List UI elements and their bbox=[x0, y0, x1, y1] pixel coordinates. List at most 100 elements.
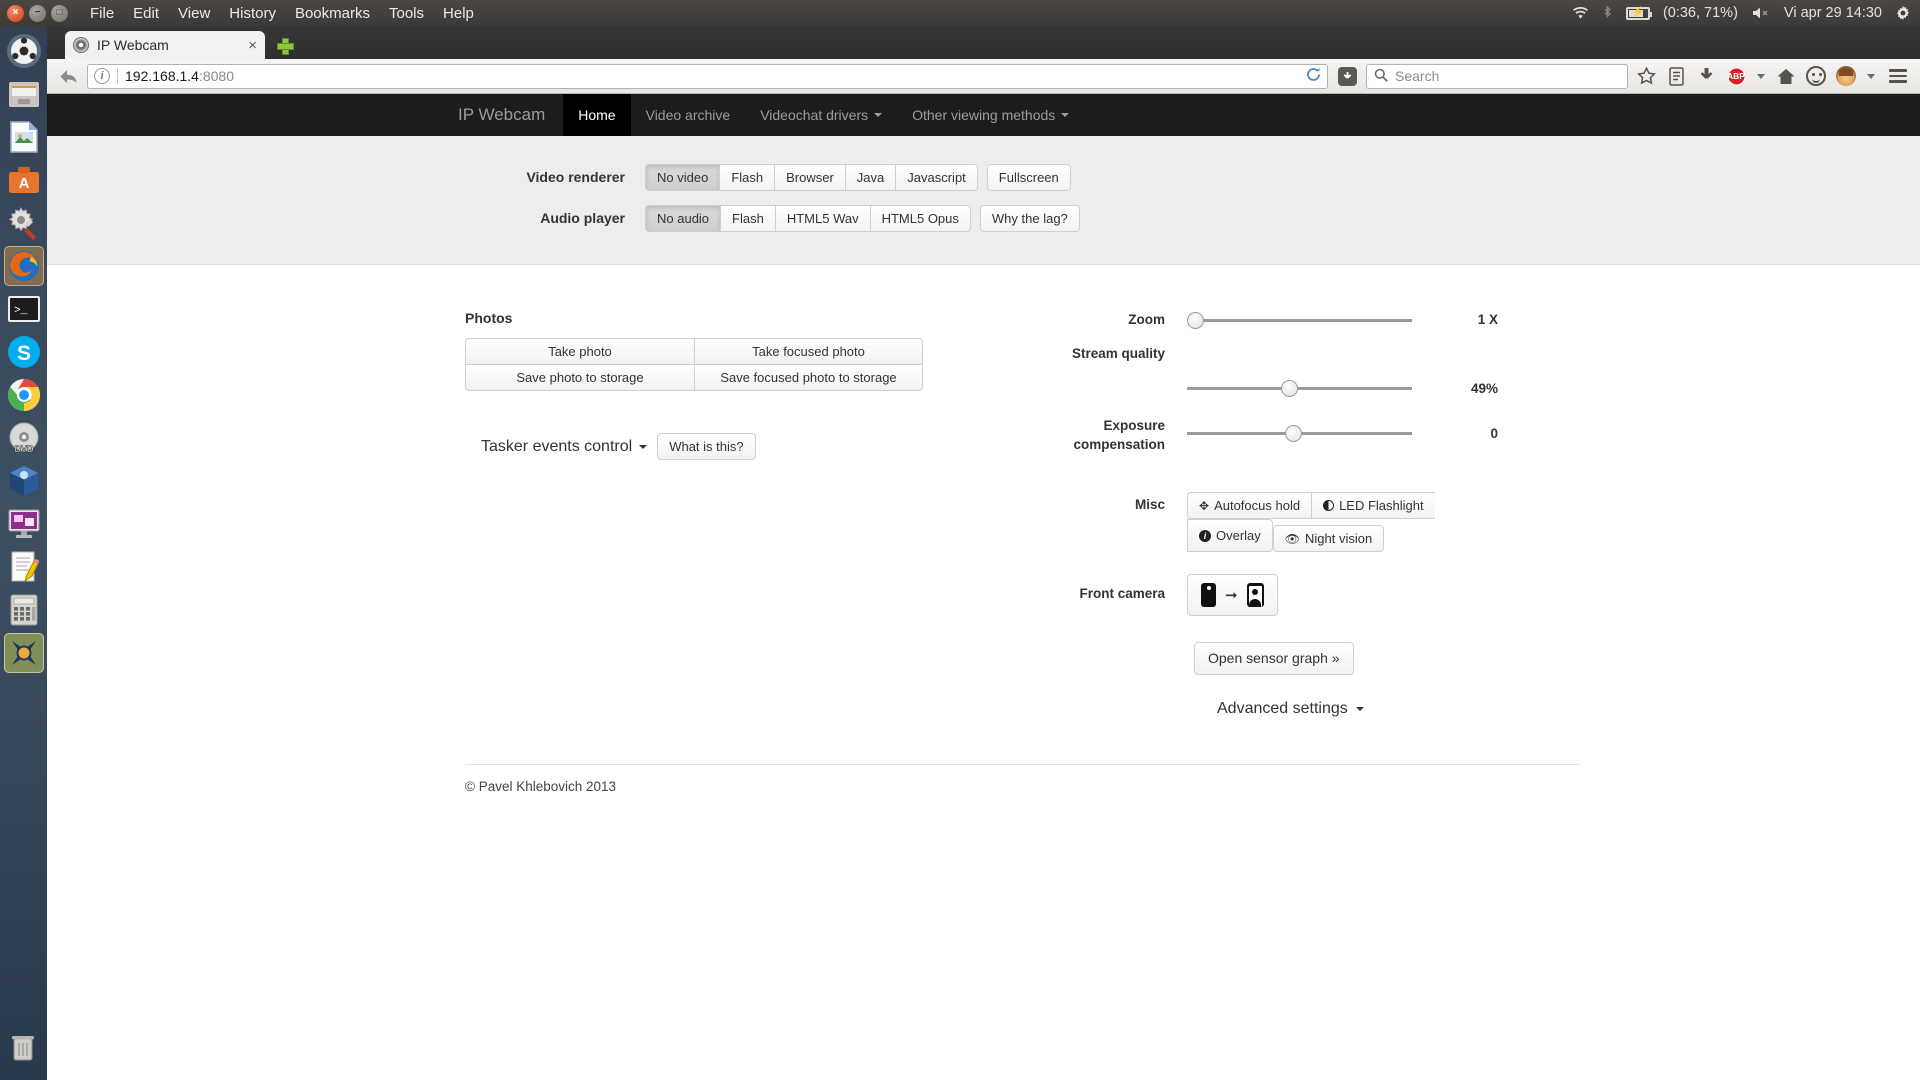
reload-icon[interactable] bbox=[1306, 67, 1321, 85]
profile-dropdown-icon[interactable] bbox=[1864, 63, 1878, 89]
new-tab-button[interactable] bbox=[271, 32, 297, 58]
minimize-icon[interactable]: − bbox=[29, 4, 46, 22]
video-renderer-browser[interactable]: Browser bbox=[774, 164, 845, 191]
audio-player-flash[interactable]: Flash bbox=[720, 205, 775, 232]
launcher-item-libreoffice-impress[interactable] bbox=[4, 117, 44, 157]
open-sensor-graph-button[interactable]: Open sensor graph » bbox=[1194, 642, 1354, 675]
front-camera-toggle-button[interactable]: ➞ bbox=[1187, 574, 1278, 616]
audio-player-html5-opus[interactable]: HTML5 Opus bbox=[869, 205, 971, 232]
launcher-item-dvd-player[interactable]: DVD bbox=[4, 418, 44, 458]
search-input[interactable]: Search bbox=[1395, 68, 1439, 84]
menu-edit[interactable]: Edit bbox=[133, 5, 159, 22]
audio-player-no-audio[interactable]: No audio bbox=[645, 205, 721, 232]
home-icon[interactable] bbox=[1774, 63, 1798, 89]
launcher-item-text-editor[interactable] bbox=[4, 547, 44, 587]
profile-avatar-icon[interactable] bbox=[1834, 63, 1858, 89]
volume-muted-icon[interactable] bbox=[1751, 6, 1771, 20]
menu-tools[interactable]: Tools bbox=[389, 5, 424, 22]
gear-icon[interactable] bbox=[1895, 5, 1911, 21]
back-button[interactable] bbox=[55, 63, 81, 89]
identity-icon[interactable]: i bbox=[94, 68, 110, 84]
smiley-icon[interactable] bbox=[1804, 63, 1828, 89]
launcher-item-ubuntu-software[interactable]: A bbox=[4, 160, 44, 200]
battery-icon[interactable]: ⚡ bbox=[1625, 6, 1652, 20]
audio-why-lag-group: Why the lag? bbox=[979, 205, 1080, 232]
browser-tab[interactable]: IP Webcam × bbox=[65, 31, 265, 59]
menu-history[interactable]: History bbox=[229, 5, 276, 22]
stream-quality-label: Stream quality bbox=[1071, 346, 1165, 361]
front-camera-label: Front camera bbox=[1079, 586, 1165, 601]
tab-favicon-icon bbox=[73, 37, 89, 53]
maximize-icon[interactable]: □ bbox=[51, 4, 68, 22]
clock-label[interactable]: Vi apr 29 14:30 bbox=[1784, 5, 1882, 21]
launcher-item-ubuntu-dash[interactable] bbox=[4, 31, 44, 71]
led-flashlight-button[interactable]: LED Flashlight bbox=[1311, 492, 1435, 519]
menu-hamburger-icon[interactable] bbox=[1884, 63, 1912, 89]
what-is-this-button[interactable]: What is this? bbox=[657, 433, 756, 460]
advanced-settings-toggle[interactable]: Advanced settings bbox=[1217, 700, 1537, 718]
slider-thumb[interactable] bbox=[1281, 380, 1298, 397]
audio-player-why-the-lag[interactable]: Why the lag? bbox=[979, 205, 1080, 232]
exposure-compensation-control-row: Exposure compensation 0 bbox=[1017, 416, 1537, 454]
exposure-compensation-slider[interactable] bbox=[1187, 424, 1412, 443]
slider-thumb[interactable] bbox=[1187, 312, 1204, 329]
launcher-item-remote-desktop[interactable] bbox=[4, 504, 44, 544]
download-badge-icon[interactable] bbox=[1334, 63, 1360, 89]
zoom-slider[interactable] bbox=[1187, 311, 1412, 330]
save-focused-photo-to-storage-button[interactable]: Save focused photo to storage bbox=[694, 365, 923, 391]
nav-item-other-viewing-methods[interactable]: Other viewing methods bbox=[897, 94, 1084, 136]
save-photo-to-storage-button[interactable]: Save photo to storage bbox=[465, 365, 694, 391]
launcher-item-ktorrent[interactable] bbox=[3, 633, 44, 673]
video-renderer-javascript[interactable]: Javascript bbox=[895, 164, 978, 191]
reading-list-icon[interactable] bbox=[1664, 63, 1688, 89]
close-icon[interactable]: × bbox=[7, 4, 24, 22]
slider-thumb[interactable] bbox=[1285, 425, 1302, 442]
autofocus-hold-button[interactable]: ✥ Autofocus hold bbox=[1187, 492, 1312, 519]
launcher-item-skype[interactable]: S bbox=[4, 332, 44, 372]
launcher-item-chrome[interactable] bbox=[4, 375, 44, 415]
stream-quality-slider[interactable] bbox=[1187, 379, 1412, 398]
menu-bookmarks[interactable]: Bookmarks bbox=[295, 5, 370, 22]
wifi-icon[interactable] bbox=[1572, 6, 1589, 20]
site-brand[interactable]: IP Webcam bbox=[440, 94, 563, 136]
downloads-icon[interactable] bbox=[1694, 63, 1718, 89]
nav-item-video-archive[interactable]: Video archive bbox=[631, 94, 746, 136]
video-renderer-flash[interactable]: Flash bbox=[719, 164, 775, 191]
bookmark-star-icon[interactable] bbox=[1634, 63, 1658, 89]
contrast-icon bbox=[1323, 500, 1335, 511]
tasker-events-control-dropdown[interactable]: Tasker events control bbox=[481, 438, 648, 456]
take-focused-photo-button[interactable]: Take focused photo bbox=[694, 338, 923, 365]
adblock-icon[interactable]: ABP bbox=[1724, 63, 1748, 89]
launcher-item-virtualbox[interactable] bbox=[4, 461, 44, 501]
url-bar[interactable]: i 192.168.1.4:8080 bbox=[87, 63, 1328, 89]
misc-row: Misc ✥ Autofocus hold LED Flashlight i O… bbox=[1017, 492, 1537, 552]
launcher-item-trash[interactable] bbox=[3, 1027, 43, 1067]
launcher-item-terminal[interactable]: >_ bbox=[4, 289, 44, 329]
launcher-item-firefox[interactable] bbox=[3, 246, 44, 286]
menu-view[interactable]: View bbox=[178, 5, 210, 22]
take-photo-button[interactable]: Take photo bbox=[465, 338, 694, 365]
misc-buttons: ✥ Autofocus hold LED Flashlight i Overla… bbox=[1187, 492, 1507, 552]
info-icon: i bbox=[1199, 529, 1211, 542]
video-renderer-no-video[interactable]: No video bbox=[645, 164, 720, 191]
adblock-dropdown-icon[interactable] bbox=[1754, 63, 1768, 89]
launcher-item-system-tools[interactable] bbox=[4, 203, 44, 243]
launcher-item-calculator[interactable] bbox=[4, 590, 44, 630]
search-bar[interactable]: Search bbox=[1366, 63, 1628, 89]
chevron-down-icon bbox=[1757, 73, 1765, 79]
audio-player-html5-wav[interactable]: HTML5 Wav bbox=[774, 205, 870, 232]
menu-file[interactable]: File bbox=[90, 5, 114, 22]
video-renderer-java[interactable]: Java bbox=[844, 164, 896, 191]
video-renderer-fullscreen[interactable]: Fullscreen bbox=[986, 164, 1071, 191]
nav-item-home[interactable]: Home bbox=[563, 94, 631, 136]
menu-help[interactable]: Help bbox=[443, 5, 474, 22]
bluetooth-icon[interactable] bbox=[1602, 5, 1613, 21]
unity-top-panel: × − □ File Edit View History Bookmarks T… bbox=[0, 0, 1920, 26]
tab-close-icon[interactable]: × bbox=[242, 38, 257, 53]
overlay-button[interactable]: i Overlay bbox=[1187, 519, 1273, 552]
launcher-item-files[interactable] bbox=[4, 74, 44, 114]
eye-icon: 👁 bbox=[1284, 531, 1301, 546]
night-vision-button[interactable]: 👁 Night vision bbox=[1272, 525, 1385, 552]
chevron-down-icon bbox=[1355, 707, 1364, 711]
nav-item-videochat-drivers[interactable]: Videochat drivers bbox=[745, 94, 897, 136]
